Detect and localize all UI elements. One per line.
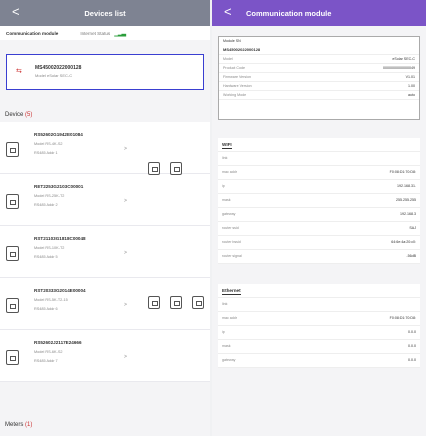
module-status-bar: Communication module Internet Status ▁▂▃ (0, 26, 210, 40)
device-sn: RST21103G1818C00048 (34, 236, 86, 241)
device-addr: RS485 Addr 5 (34, 255, 58, 259)
info-row: gateway 192.168.3 (218, 208, 420, 222)
inverter-icon[interactable] (148, 162, 160, 175)
info-row: ip 192.168.31. (218, 180, 420, 194)
module-icon: ⇆ (16, 68, 22, 75)
chevron-right-icon: > (124, 354, 127, 360)
inverter-icon (6, 298, 19, 313)
info-row: router signal -56dB (218, 250, 420, 264)
device-model: Model RS-4K-S2 (34, 142, 63, 146)
inverter-icon[interactable] (170, 296, 182, 309)
info-row: mac addr F0:08:D1:70:D8: (218, 312, 420, 326)
back-icon[interactable]: < (224, 4, 232, 19)
info-row: mask 255.255.255 (218, 194, 420, 208)
meters-section-title: Meters (1) (5, 422, 33, 428)
info-row: mask 0.0.0 (218, 340, 420, 354)
info-row: link (218, 152, 420, 166)
info-row: ip 0.0.0 (218, 326, 420, 340)
chevron-right-icon: > (124, 250, 127, 256)
device-sn: RS52602G1942E01084 (34, 132, 83, 137)
device-model: Model RS-10K-T2 (34, 246, 65, 250)
device-sn: RST20333G2014E00004 (34, 288, 86, 293)
tab-communication-module[interactable]: Communication module (6, 31, 58, 36)
info-row: mac addr F0:08:D1:70:D8: (218, 166, 420, 180)
device-section-title: Device (5) (5, 112, 33, 118)
back-icon[interactable]: < (12, 4, 20, 19)
devices-list-header: < Devices list (0, 0, 210, 26)
wifi-title: WIFI (218, 138, 420, 152)
info-row: gateway 0.0.0 (218, 354, 420, 368)
tab-internet-status[interactable]: Internet Status (80, 31, 110, 36)
device-addr: RS485 Addr 2 (34, 203, 58, 207)
info-row: Model eSolar SEC-C (219, 55, 419, 64)
device-addr: RS485 Addr 6 (34, 307, 58, 311)
info-row: router bssid 64:6e:4a:20:c0: (218, 236, 420, 250)
module-card[interactable]: ⇆ MS45002022000128 Model eSolar SEC-C (6, 54, 204, 90)
chevron-right-icon: > (124, 302, 127, 308)
page-title: Devices list (84, 8, 126, 18)
device-addr: RS485 Addr 1 (34, 151, 58, 155)
device-item[interactable]: RST21103G1818C00048 Model RS-10K-T2 RS48… (0, 226, 210, 278)
module-card-sn: MS45002022000128 (35, 65, 82, 71)
ethernet-section: Ethernet link mac addr F0:08:D1:70:D8: ip… (218, 284, 420, 368)
chevron-right-icon: > (124, 146, 127, 152)
wifi-section: WIFI link mac addr F0:08:D1:70:D8: ip 192.… (218, 138, 420, 264)
device-item[interactable]: RET2253G2103C00001 Model RS-25K-T2 RS485… (0, 174, 210, 226)
module-sn-row: Module SN MS45002022000128 (219, 37, 419, 55)
communication-module-header: < Communication module (212, 0, 426, 26)
inverter-icon[interactable] (192, 296, 204, 309)
device-sn: RET2253G2103C00001 (34, 184, 84, 189)
signal-bars-icon: ▁▂▃ (114, 30, 126, 37)
device-addr: RS485 Addr 7 (34, 359, 58, 363)
device-item[interactable]: RS52602J2117E24666 Model RS-6K-S2 RS485 … (0, 330, 210, 382)
page-title: Communication module (246, 8, 332, 18)
module-card-model: Model eSolar SEC-C (35, 73, 73, 78)
device-list: RS52602G1942E01084 Model RS-4K-S2 RS485 … (0, 122, 210, 382)
inverter-icon (6, 194, 19, 209)
inverter-icon[interactable] (170, 162, 182, 175)
module-info-card: Module SN MS45002022000128 Model eSolar S… (218, 36, 420, 120)
device-sn: RS52602J2117E24666 (34, 340, 82, 345)
info-row: Working Mode auto (219, 91, 419, 100)
inverter-icon[interactable] (148, 296, 160, 309)
info-row: router ssid SAJ (218, 222, 420, 236)
inverter-icon (6, 350, 19, 365)
info-row: link (218, 298, 420, 312)
device-model: Model RS-25K-T2 (34, 194, 65, 198)
inverter-icon (6, 142, 19, 157)
device-count: (5) (25, 112, 33, 118)
device-model: Model RS-6K-S2 (34, 350, 63, 354)
meters-count: (1) (25, 422, 33, 428)
module-sn: MS45002022000128 (223, 47, 261, 52)
ethernet-title: Ethernet (218, 284, 420, 298)
devices-list-panel: < Devices list Communication module Inte… (0, 0, 210, 436)
info-row: Product Code 0000000000000049 (219, 64, 419, 73)
info-row: Hardware Version 1.00 (219, 82, 419, 91)
device-model: Model RS-5K-T2-15 (34, 298, 68, 302)
chevron-right-icon: > (124, 198, 127, 204)
info-row: Firmware Version V1.01 (219, 73, 419, 82)
inverter-icon (6, 246, 19, 261)
